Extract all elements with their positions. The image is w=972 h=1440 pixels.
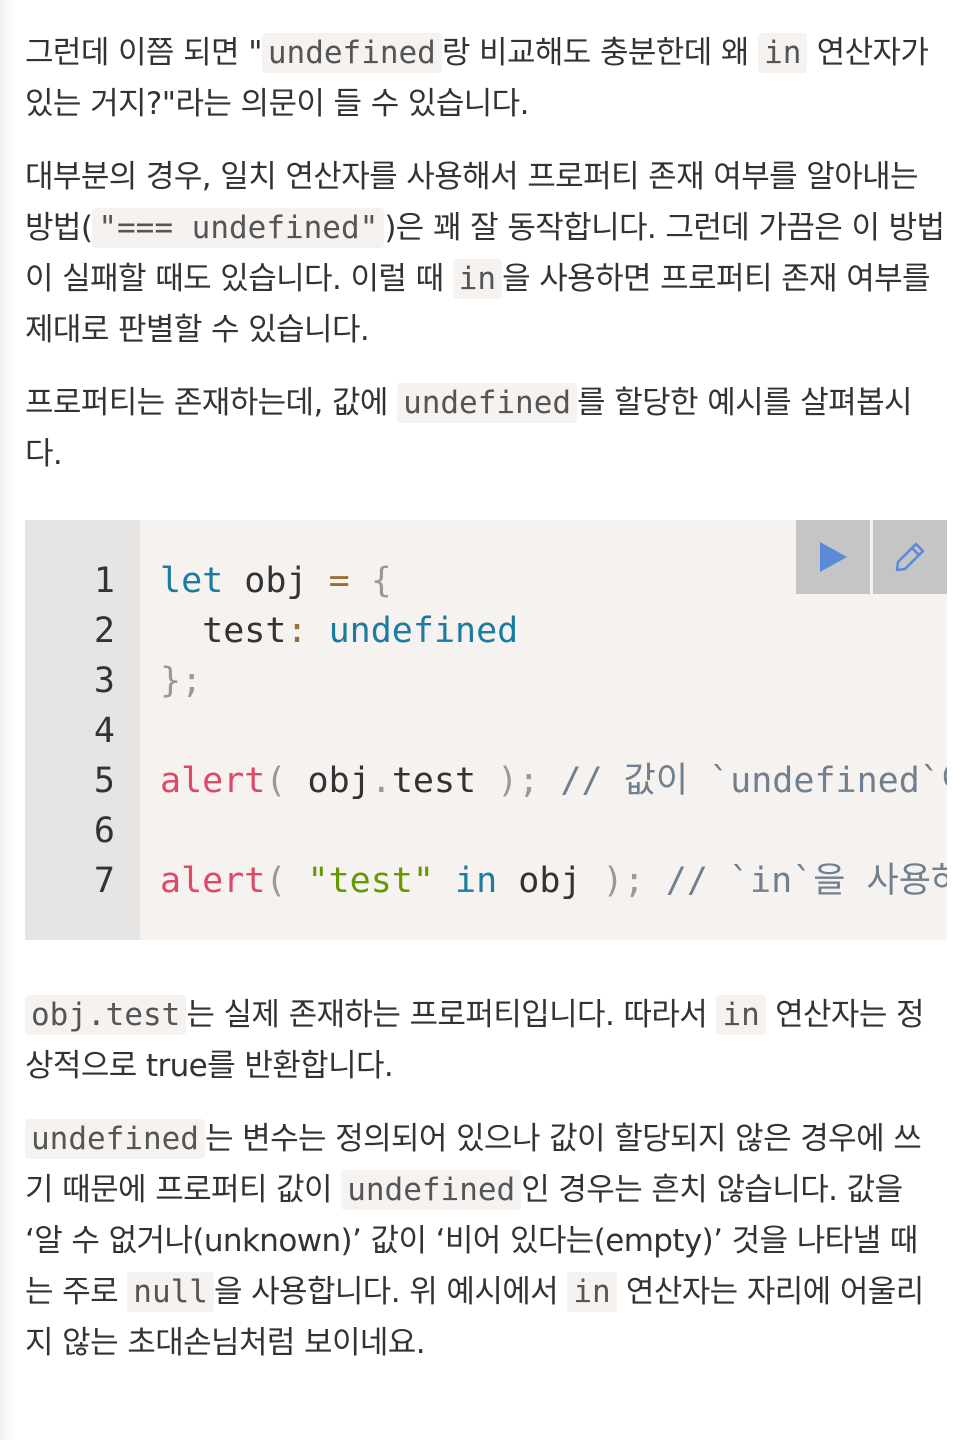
run-button[interactable]: [796, 520, 870, 594]
inline-code: undefined: [25, 1119, 205, 1159]
edit-button[interactable]: [873, 520, 947, 594]
keyword: in: [433, 861, 498, 901]
inline-code: undefined: [397, 383, 578, 423]
paragraph-2: 대부분의 경우, 일치 연산자를 사용해서 프로퍼티 존재 여부를 알아내는 방…: [25, 152, 945, 356]
operator: =: [328, 561, 350, 601]
line-number: 5: [93, 761, 115, 801]
paragraph-3: 프로퍼티는 존재하는데, 값에 undefined 를 할당한 예시를 살펴봅시다…: [25, 378, 945, 480]
keyword: let: [160, 561, 224, 601]
code-text: test: [391, 761, 498, 801]
inline-code: undefined: [341, 1170, 522, 1210]
operator: :: [286, 611, 308, 651]
inline-code: in: [567, 1272, 617, 1312]
article-content: 그런데 이쯤 되면 " undefined 랑 비교해도 충분한데 왜 in 연산자…: [25, 28, 947, 1391]
punctuation: .: [370, 761, 392, 801]
comment: // `in`을 사용하면 프로퍼티 유무를 제대로 확인할 수 있습니다(tr…: [665, 861, 947, 901]
left-edge-shadow: [0, 0, 14, 1440]
code-block: 1 2 3 4 5 6 7 let obj = { test: undefine…: [25, 520, 947, 940]
line-number: 6: [93, 811, 115, 851]
inline-code: in: [758, 33, 808, 73]
punctuation: );: [497, 761, 540, 801]
inline-code: null: [127, 1272, 214, 1312]
code-line-3: };: [160, 656, 202, 706]
inline-code: in: [452, 259, 503, 299]
punctuation: (: [265, 861, 287, 901]
inline-code: in: [716, 995, 766, 1035]
text: 그런데 이쯤 되면 ": [25, 35, 262, 71]
text: 을 사용합니다. 위 예시에서: [213, 1274, 568, 1310]
keyword: undefined: [307, 611, 519, 651]
pencil-icon: [895, 542, 925, 572]
code-line-7: alert( "test" in obj ); // `in`을 사용하면 프로…: [160, 856, 947, 906]
play-icon: [820, 542, 847, 572]
line-number: 1: [93, 561, 115, 601]
line-number: 2: [93, 611, 115, 651]
line-number-gutter: 1 2 3 4 5 6 7: [25, 520, 140, 940]
inline-code: undefined: [261, 33, 442, 73]
string-literal: "test": [286, 861, 434, 901]
function-name: alert: [160, 861, 266, 901]
paragraph-1: 그런데 이쯤 되면 " undefined 랑 비교해도 충분한데 왜 in 연산자…: [25, 28, 945, 130]
line-number: 3: [93, 661, 115, 701]
code-line-1: let obj = {: [160, 556, 392, 606]
punctuation: };: [160, 661, 203, 701]
inline-code: "=== undefined": [92, 208, 385, 248]
function-name: alert: [160, 761, 266, 801]
code-line-2: test: undefined: [160, 606, 518, 656]
comment: // 값이 `undefined`이므로, 얼럿 창엔 undefined가 출…: [560, 761, 947, 801]
paragraph-4: obj.test 는 실제 존재하는 프로퍼티입니다. 따라서 in 연산자는 정…: [25, 990, 945, 1092]
text: 는 실제 존재하는 프로퍼티입니다. 따라서: [186, 997, 717, 1033]
punctuation: (: [265, 761, 287, 801]
code-text: obj: [286, 761, 371, 801]
inline-code: obj.test: [25, 995, 187, 1035]
punctuation: {: [349, 561, 392, 601]
code-text: test: [160, 611, 287, 651]
code-text: obj: [497, 861, 603, 901]
paragraph-5: undefined 는 변수는 정의되어 있으나 값이 할당되지 않은 경우에 쓰…: [25, 1114, 945, 1369]
text: 프로퍼티는 존재하는데, 값에: [25, 385, 398, 421]
code-line-5: alert( obj.test ); // 값이 `undefined`이므로,…: [160, 756, 947, 806]
punctuation: );: [602, 861, 645, 901]
code-text: obj: [223, 561, 329, 601]
line-number: 7: [93, 861, 115, 901]
text: 랑 비교해도 충분한데 왜: [441, 35, 759, 71]
line-number: 4: [93, 711, 115, 751]
